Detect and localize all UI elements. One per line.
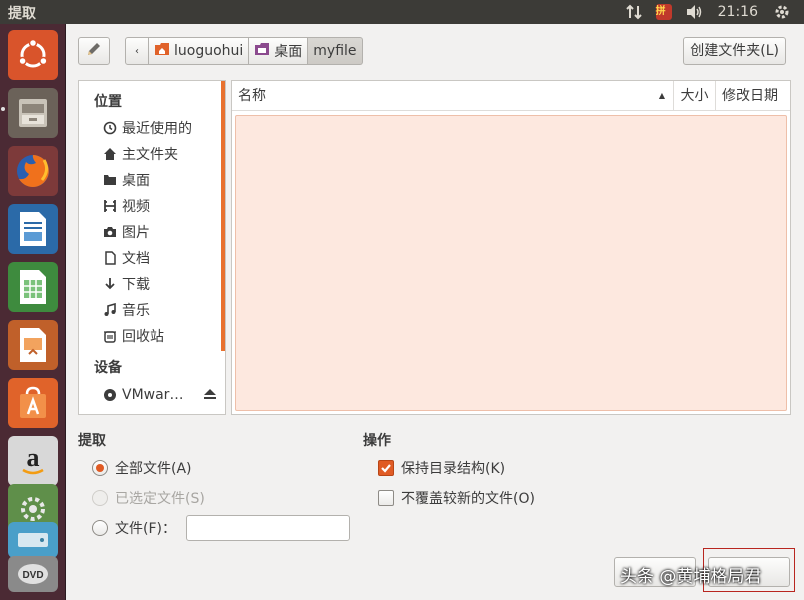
column-header-name[interactable]: 名称 ▲ <box>232 81 674 110</box>
edit-location-button[interactable] <box>78 37 110 65</box>
radio-indicator <box>92 490 108 506</box>
dvd-icon[interactable]: DVD <box>8 556 58 592</box>
radio-indicator <box>92 520 108 536</box>
breadcrumb-current[interactable]: myfile <box>308 37 362 65</box>
breadcrumb: ‹ luoguohui 桌面 myfile <box>125 37 363 65</box>
sidebar-item-videos[interactable]: 视频 <box>102 196 150 216</box>
radio-all-files[interactable]: 全部文件(A) <box>92 458 192 478</box>
files-pattern-input[interactable] <box>186 515 350 541</box>
eject-icon[interactable] <box>203 387 217 405</box>
places-sidebar: 位置 最近使用的 主文件夹 桌面 视频 图片 文档 下载 <box>78 80 226 415</box>
camera-icon <box>102 224 118 240</box>
home-folder-icon <box>154 42 170 60</box>
breadcrumb-home[interactable]: luoguohui <box>149 37 249 65</box>
devices-heading: 设备 <box>94 357 122 377</box>
breadcrumb-desktop[interactable]: 桌面 <box>249 37 308 65</box>
launcher: a DVD <box>0 24 66 600</box>
home-icon <box>102 146 118 162</box>
libreoffice-impress-icon[interactable] <box>8 320 58 370</box>
sidebar-item-home[interactable]: 主文件夹 <box>102 144 178 164</box>
sidebar-item-music[interactable]: 音乐 <box>102 300 150 320</box>
create-folder-button[interactable]: 创建文件夹(L) <box>683 37 786 65</box>
document-icon <box>102 250 118 266</box>
sort-ascending-icon: ▲ <box>659 81 665 111</box>
top-panel: 提取 拼 21:16 <box>0 0 804 24</box>
checkbox-no-overwrite[interactable]: 不覆盖较新的文件(O) <box>378 488 535 508</box>
radio-selected-files: 已选定文件(S) <box>92 488 205 508</box>
sidebar-item-documents[interactable]: 文档 <box>102 248 150 268</box>
file-manager-icon[interactable] <box>8 88 58 138</box>
checkbox-indicator <box>378 490 394 506</box>
watermark: 头条 @黄埔格局君 <box>620 562 761 587</box>
amazon-icon[interactable]: a <box>8 436 58 486</box>
sidebar-item-pictures[interactable]: 图片 <box>102 222 150 242</box>
radio-files[interactable]: 文件(F)： <box>92 518 176 538</box>
gear-icon[interactable] <box>774 4 790 20</box>
input-method-icon[interactable]: 拼 <box>656 4 672 20</box>
radio-indicator <box>92 460 108 476</box>
extract-dialog: ‹ luoguohui 桌面 myfile 创建文件夹(L) 位置 最近使用的 <box>66 24 804 600</box>
checkbox-keep-structure[interactable]: 保持目录结构(K) <box>378 458 505 478</box>
sidebar-item-desktop[interactable]: 桌面 <box>102 170 150 190</box>
running-indicator <box>1 107 5 111</box>
sidebar-item-trash[interactable]: 回收站 <box>102 326 164 346</box>
trash-icon <box>102 328 118 344</box>
svg-text:DVD: DVD <box>22 570 43 581</box>
dash-home-icon[interactable] <box>8 30 58 80</box>
folder-icon <box>102 172 118 188</box>
firefox-icon[interactable] <box>8 146 58 196</box>
column-header-size[interactable]: 大小 <box>674 81 716 110</box>
film-icon <box>102 198 118 214</box>
system-tray: 拼 21:16 <box>626 0 804 24</box>
window-title: 提取 <box>8 3 36 23</box>
libreoffice-calc-icon[interactable] <box>8 262 58 312</box>
desktop-folder-icon <box>254 42 270 60</box>
clock[interactable]: 21:16 <box>718 4 758 20</box>
file-list: 名称 ▲ 大小 修改日期 <box>231 80 791 415</box>
file-list-body[interactable] <box>235 115 787 411</box>
music-icon <box>102 302 118 318</box>
pencil-icon <box>85 40 103 62</box>
network-icon[interactable] <box>626 4 642 20</box>
breadcrumb-back-button[interactable]: ‹ <box>125 37 149 65</box>
volume-icon[interactable] <box>686 4 704 20</box>
sidebar-item-downloads[interactable]: 下载 <box>102 274 150 294</box>
sidebar-scrollbar[interactable] <box>221 81 225 351</box>
libreoffice-writer-icon[interactable] <box>8 204 58 254</box>
actions-section-title: 操作 <box>363 430 391 450</box>
places-heading: 位置 <box>94 91 122 111</box>
file-list-header: 名称 ▲ 大小 修改日期 <box>232 81 790 111</box>
clock-icon <box>102 120 118 136</box>
column-header-modified[interactable]: 修改日期 <box>716 81 790 110</box>
disc-icon <box>102 387 118 403</box>
sidebar-item-recent[interactable]: 最近使用的 <box>102 118 192 138</box>
download-icon <box>102 276 118 292</box>
ubuntu-software-icon[interactable] <box>8 378 58 428</box>
svg-text:a: a <box>27 444 40 472</box>
checkmark-icon <box>378 460 394 476</box>
disk-drive-icon[interactable] <box>8 522 58 558</box>
extract-section-title: 提取 <box>78 430 106 450</box>
